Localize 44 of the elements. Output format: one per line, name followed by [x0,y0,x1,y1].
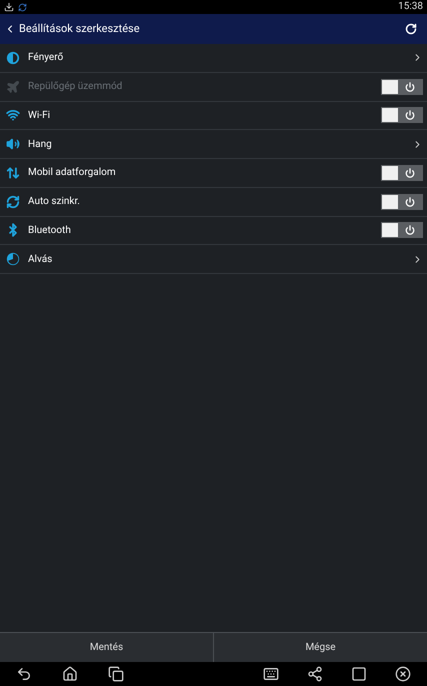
sync-icon [6,194,20,209]
power-icon [405,82,415,92]
setting-label: Hang [28,138,52,152]
bluetooth-icon [6,223,20,238]
action-button[interactable]: Mentés [0,633,213,662]
power-icon [405,168,415,178]
setting-label: Alvás [28,252,52,267]
setting-label: Mobil adatforgalom [28,166,116,180]
toggle-switch[interactable] [381,194,423,210]
speaker-icon [6,137,20,152]
brightness-icon [6,50,20,65]
recent-apps-icon[interactable] [108,666,124,682]
airplane-icon [6,80,20,94]
power-icon [405,110,415,120]
notification-icon [4,2,14,12]
sync-icon [18,2,27,12]
settings-row[interactable]: Hang [0,130,427,159]
keyboard-icon[interactable] [263,666,279,682]
settings-row[interactable]: Mobil adatforgalom [0,159,427,188]
power-icon [405,225,415,236]
window-title: Beállítások szerkesztése [19,20,140,37]
reset-icon[interactable] [405,23,417,35]
setting-label: Bluetooth [28,224,71,238]
settings-row[interactable]: Alvás [0,245,427,274]
share-icon[interactable] [307,666,323,682]
setting-label: Auto szinkr. [28,195,80,210]
toggle-switch[interactable] [381,164,423,181]
back-icon[interactable] [16,666,32,682]
setting-label: Wi-Fi [28,108,50,123]
settings-row[interactable]: Wi-Fi [0,102,427,130]
setting-label: Fényerő [28,51,64,66]
power-icon [405,196,415,207]
toggle-switch[interactable] [381,222,423,238]
home-icon[interactable] [62,666,78,682]
clock: 15:38 [398,2,423,12]
settings-row[interactable]: Bluetooth [0,216,427,246]
window-icon[interactable] [351,666,367,682]
close-icon[interactable] [395,666,411,682]
toggle-switch[interactable] [381,107,423,124]
arrows-icon [6,166,20,180]
settings-row[interactable]: Fényerő [0,44,427,73]
settings-row[interactable]: Auto szinkr. [0,188,427,216]
setting-label: Repülőgép üzemmód [28,80,122,94]
wifi-icon [6,108,20,122]
